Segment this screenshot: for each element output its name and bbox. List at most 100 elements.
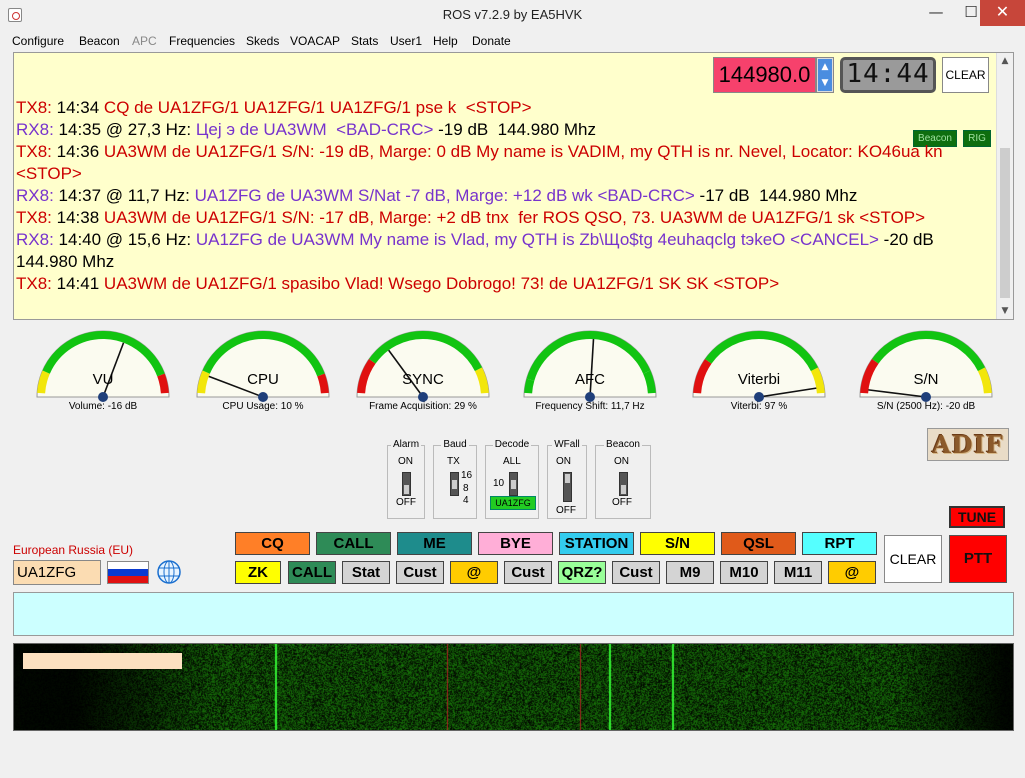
macro-cust3-button[interactable]: Cust [612,561,660,584]
menu-donate[interactable]: Donate [472,34,511,48]
close-button[interactable]: ✕ [980,0,1025,26]
scroll-up-icon[interactable]: ▲ [999,55,1011,67]
log-line: TX8: 14:41 UA3WM de UA1ZFG/1 spasibo Vla… [16,274,780,293]
macro-rpt-button[interactable]: RPT [802,532,877,555]
waterfall-display[interactable] [13,643,1014,731]
log-line: TX8: 14:38 UA3WM de UA1ZFG/1 S/N: -17 dB… [16,208,926,227]
baud-toggle[interactable] [450,472,459,496]
menu-frequencies[interactable]: Frequencies [169,34,235,48]
alarm-toggle[interactable] [402,472,411,496]
beacon-switch-panel: Beacon ON OFF [595,439,651,519]
macro-bye-button[interactable]: BYE [478,532,553,555]
alarm-switch-panel: Alarm ON OFF [387,439,425,519]
log-line: RX8: 14:37 @ 11,7 Hz: UA1ZFG de UA3WM S/… [16,186,858,205]
callsign-field[interactable]: UA1ZFG [13,560,101,585]
decode-callsign-indicator: UA1ZFG [490,496,536,510]
clear-button[interactable]: CLEAR [884,535,942,583]
spin-up-icon[interactable]: ▲ [818,59,832,75]
alarm-on-label: ON [398,456,413,467]
decode-10-label: 10 [493,478,505,489]
decode-toggle[interactable] [509,472,518,496]
baud-4-label: 4 [463,495,469,506]
frequency-spinner: ▲ ▼ [816,57,834,93]
baud-title: Baud [441,439,469,450]
afc-gauge: AFC Frequency Shift: 11,7 Hz [515,325,665,417]
menu-beacon[interactable]: Beacon [79,34,120,48]
clock-display: 14:44 [840,57,936,93]
macro-zk-button[interactable]: ZK [235,561,281,584]
log-pane[interactable]: 144980.0 ▲ ▼ 14:44 CLEAR Beacon RIG TX8:… [13,52,1014,320]
macro-m9-button[interactable]: M9 [666,561,714,584]
wfall-toggle[interactable] [563,472,572,502]
scroll-thumb[interactable] [1000,148,1010,298]
macro-call2-button[interactable]: CALL [288,561,336,584]
baud-8-label: 8 [463,483,469,494]
spin-down-icon[interactable]: ▼ [818,75,832,91]
log-line: RX8: 14:35 @ 27,3 Hz: Цеј э de UA3WM <BA… [16,120,596,139]
ptt-button[interactable]: PTT [949,535,1007,583]
vu-gauge-dial [36,330,170,402]
macro-cq-button[interactable]: CQ [235,532,310,555]
gauge-title: AFC [575,371,605,388]
beacon-off-label: OFF [612,497,632,508]
scroll-down-icon[interactable]: ▼ [999,305,1011,317]
alarm-off-label: OFF [396,497,416,508]
macro-me-button[interactable]: ME [397,532,472,555]
waterfall-marker[interactable] [23,653,182,669]
adif-button[interactable]: ADIF [927,428,1009,461]
gauge-title: Viterbi [737,371,781,388]
sync-gauge: SYNC Frame Acquisition: 29 % [348,325,498,417]
gauge-caption: Frequency Shift: 11,7 Hz [535,401,645,412]
cpu-gauge-dial [196,330,330,402]
macro-m11-button[interactable]: M11 [774,561,822,584]
gauge-caption: Viterbi: 97 % [730,401,788,412]
frequency-display[interactable]: 144980.0 [713,57,816,93]
menu-stats[interactable]: Stats [351,34,378,48]
macro-qrz-button[interactable]: QRZ? [558,561,606,584]
menu-voacap[interactable]: VOACAP [290,34,340,48]
russia-flag-icon [107,561,149,584]
sn-gauge-dial [859,330,993,402]
macro-cust2-button[interactable]: Cust [504,561,552,584]
afc-gauge-dial [523,330,657,402]
log-scrollbar[interactable]: ▲ ▼ [996,53,1013,319]
menu-apc[interactable]: APC [132,34,157,48]
minimize-button[interactable]: — [920,0,952,26]
title-bar: ROS v7.2.9 by EA5HVK — ☐ ✕ [0,0,1025,31]
macro-qsl-button[interactable]: QSL [721,532,796,555]
macro-at2-button[interactable]: @ [828,561,876,584]
macro-sn-button[interactable]: S/N [640,532,715,555]
decode-all-label: ALL [503,456,521,467]
macro-at1-button[interactable]: @ [450,561,498,584]
macro-stat-button[interactable]: Stat [342,561,390,584]
sn-gauge: S/N S/N (2500 Hz): -20 dB [851,325,1001,417]
menu-help[interactable]: Help [433,34,458,48]
macro-m10-button[interactable]: M10 [720,561,768,584]
tx-text-input[interactable] [13,592,1014,636]
menu-user1[interactable]: User1 [390,34,422,48]
baud-switch-panel: Baud TX 16 8 4 [433,439,477,519]
menu-bar: Configure Beacon APC Frequencies Skeds V… [0,31,1025,51]
log-line: TX8: 14:36 UA3WM de UA1ZFG/1 S/N: -19 dB… [16,142,948,183]
wfall-switch-panel: WFall ON OFF [547,439,587,519]
macro-station-button[interactable]: STATION [559,532,634,555]
tune-button[interactable]: TUNE [949,506,1005,528]
wfall-on-label: ON [556,456,571,467]
decode-title: Decode [492,439,532,450]
menu-skeds[interactable]: Skeds [246,34,279,48]
log-clear-button[interactable]: CLEAR [942,57,989,93]
baud-16-label: 16 [461,470,473,481]
beacon-toggle[interactable] [619,472,628,496]
beacon-on-label: ON [614,456,629,467]
gauge-caption: Volume: -16 dB [68,401,138,412]
window-title: ROS v7.2.9 by EA5HVK [442,7,583,22]
viterbi-gauge: Viterbi Viterbi: 97 % [684,325,834,417]
menu-configure[interactable]: Configure [12,34,64,48]
gauge-caption: CPU Usage: 10 % [222,401,304,412]
macro-call-button[interactable]: CALL [316,532,391,555]
log-line: TX8: 14:34 CQ de UA1ZFG/1 UA1ZFG/1 UA1ZF… [16,98,532,117]
gauge-title: S/N [913,371,939,388]
macro-cust1-button[interactable]: Cust [396,561,444,584]
gauge-title: CPU [247,371,279,388]
globe-icon[interactable] [154,559,184,585]
